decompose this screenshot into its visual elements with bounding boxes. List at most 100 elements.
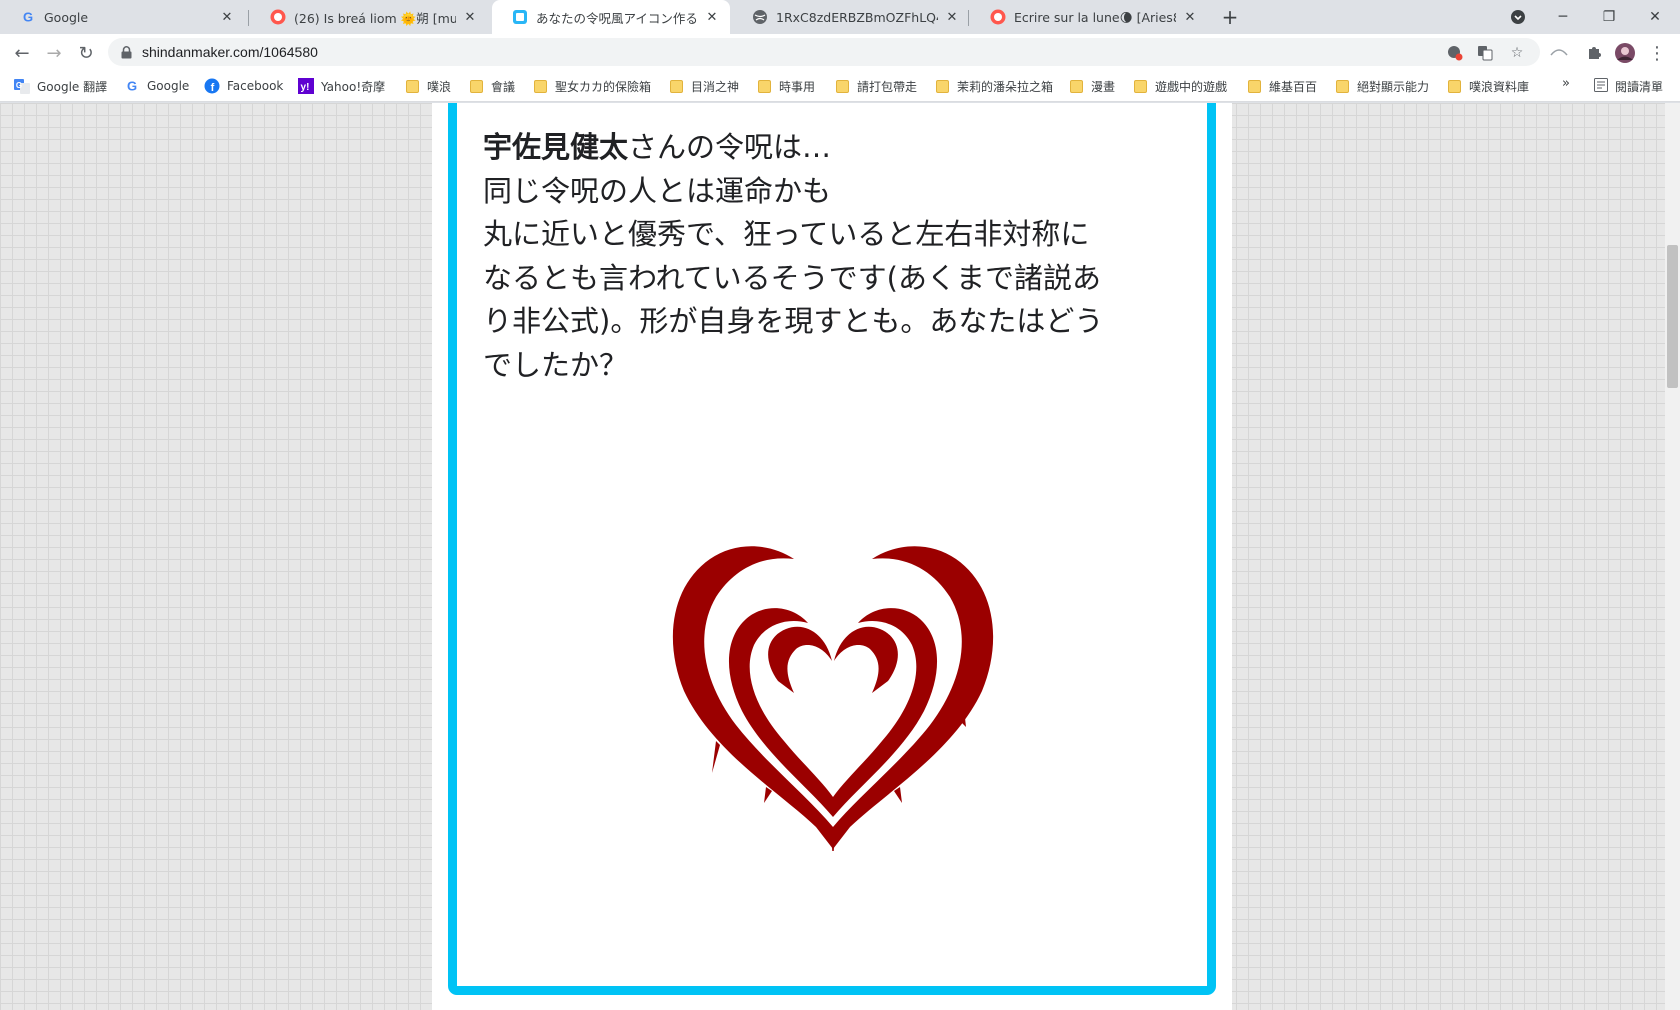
minimize-button[interactable]: ─ [1540,0,1586,34]
bookmark-label: 維基百百 [1269,79,1318,94]
bookmarks-overflow-button[interactable]: » [1562,76,1570,91]
tab-separator [248,10,249,26]
reading-list-icon [1594,77,1608,95]
bookmark-label: Facebook [227,79,284,93]
svg-text:f: f [211,82,215,94]
blocked-cookie-icon[interactable] [1446,44,1464,62]
result-line: なるとも言われているそうです(あくまで諸説あ [483,260,1101,295]
url-text: shindanmaker.com/1064580 [142,44,318,60]
arrow-right-icon: → [46,42,62,64]
new-tab-button[interactable]: + [1218,5,1242,29]
vertical-scrollbar[interactable] [1665,103,1680,1010]
close-window-button[interactable]: ✕ [1632,0,1678,34]
bookmark-yahoo[interactable]: y! Yahoo!奇摩 [298,76,385,96]
avatar[interactable] [1614,42,1636,64]
bookmark-facebook[interactable]: f Facebook [204,76,283,96]
bookmark-label: Google [147,79,190,93]
bookmark-label: 噗浪 [427,79,452,94]
folder-icon [1246,78,1262,94]
red-circle-icon [270,9,286,25]
bookmark-folder-database[interactable]: 噗浪資料庫 [1446,76,1529,96]
tab-plurk-2[interactable]: Ecrire sur la lune🌘 [Aries8104 ✕ [970,0,1208,34]
bookmark-folder-meeting[interactable]: 會議 [468,76,515,96]
folder-icon [834,78,850,94]
menu-icon[interactable]: ⋮ [1646,42,1668,64]
lock-icon [120,45,132,59]
result-line: り非公式)。形が自身を現すとも。あなたはどう [483,304,1104,338]
bookmark-folder-ability[interactable]: 絕對顯示能力 [1334,76,1429,96]
folder-icon [404,78,420,94]
tab-shindan[interactable]: あなたの令呪風アイコン作る ✕ [492,0,730,34]
close-icon[interactable]: ✕ [944,10,960,25]
svg-text:G: G [16,81,22,90]
red-circle-icon [990,9,1006,25]
tab-separator [968,10,969,26]
tab-image[interactable]: 1RxC8zdERBZBmOZFhLQ4eh.p ✕ [732,0,970,34]
folder-icon [468,78,484,94]
folder-icon [934,78,950,94]
bookmark-folder-god[interactable]: 目消之神 [668,76,739,96]
bookmark-label: 噗浪資料庫 [1469,79,1530,94]
bookmark-google[interactable]: G Google [124,76,189,96]
close-icon[interactable]: ✕ [462,10,478,25]
result-line: 同じ令呪の人とは運命かも [483,173,832,208]
bookmark-folder-safe[interactable]: 聖女カカ的保險箱 [532,76,651,96]
scrollbar-thumb[interactable] [1667,245,1678,388]
tab-title: 1RxC8zdERBZBmOZFhLQ4eh.p [776,9,938,25]
folder-icon [1334,78,1350,94]
bookmark-label: 會議 [491,79,516,94]
restore-button[interactable]: ❐ [1586,0,1632,34]
page-viewport: 宇佐見健太さんの令呪は… 同じ令呪の人とは運命かも 丸に近いと優秀で、狂っている… [0,103,1665,1010]
bookmark-label: 漫畫 [1091,79,1116,94]
result-line: でしたか？ [483,347,629,382]
tab-title: Google [44,9,89,25]
bookmark-folder-takeaway[interactable]: 請打包帶走 [834,76,917,96]
tab-title: Ecrire sur la lune🌘 [Aries8104 [1014,9,1176,25]
extension-icon[interactable] [1548,42,1570,64]
chevron-down-icon [1511,10,1525,24]
tab-title: あなたの令呪風アイコン作る [536,10,698,26]
tab-search-button[interactable] [1495,0,1541,34]
globe-icon [752,9,768,25]
bookmark-label: Yahoo!奇摩 [321,79,386,94]
back-button[interactable]: ← [8,39,36,67]
svg-text:y!: y! [301,82,310,93]
address-bar[interactable]: shindanmaker.com/1064580 ☆ [108,38,1540,66]
tab-google[interactable]: G Google ✕ [0,0,245,34]
minimize-icon: ─ [1558,9,1568,25]
toolbar: ← → ↻ shindanmaker.com/1064580 ☆ ⋮ [0,34,1680,70]
bookmark-folder-pandora[interactable]: 茉莉的潘朵拉之箱 [934,76,1053,96]
bookmark-folder-comics[interactable]: 漫畫 [1068,76,1115,96]
close-icon[interactable]: ✕ [704,10,720,25]
close-icon[interactable]: ✕ [219,10,235,25]
result-line: 丸に近いと優秀で、狂っていると左右非対称に [483,217,1090,251]
star-icon[interactable]: ☆ [1508,44,1526,62]
forward-button[interactable]: → [40,39,68,67]
result-name: 宇佐見健太 [483,130,629,164]
puzzle-icon[interactable] [1583,42,1605,64]
restore-icon: ❐ [1602,9,1616,25]
bookmarks-bar: G Google 翻譯 G Google f Facebook y! Yahoo… [0,70,1680,102]
bookmark-label: Google 翻譯 [37,79,108,94]
google-translate-icon: G [14,78,30,94]
folder-icon [1446,78,1462,94]
folder-icon [668,78,684,94]
svg-text:G: G [23,10,33,25]
reload-button[interactable]: ↻ [72,39,100,67]
folder-icon [1132,78,1148,94]
reading-list-button[interactable]: 閱讀清單 [1594,76,1663,96]
arrow-left-icon: ← [14,42,30,64]
translate-icon[interactable] [1476,44,1494,62]
bookmark-folder-wiki[interactable]: 維基百百 [1246,76,1317,96]
folder-icon [756,78,772,94]
bookmark-google-translate[interactable]: G Google 翻譯 [14,76,107,96]
result-text: 宇佐見健太さんの令呪は… 同じ令呪の人とは運命かも 丸に近いと優秀で、狂っている… [483,126,1183,387]
tab-plurk-1[interactable]: (26) Is breá liom 🌞朔 [murasaki ✕ [250,0,488,34]
bookmark-folder-plurk[interactable]: 噗浪 [404,76,451,96]
close-icon[interactable]: ✕ [1182,10,1198,25]
bookmark-label: 時事用 [779,79,816,94]
bookmark-folder-news[interactable]: 時事用 [756,76,815,96]
tab-strip: G Google ✕ (26) Is breá liom 🌞朔 [murasak… [0,0,1680,34]
heart-crest-image [672,546,994,851]
bookmark-folder-games[interactable]: 遊戲中的遊戲 [1132,76,1227,96]
